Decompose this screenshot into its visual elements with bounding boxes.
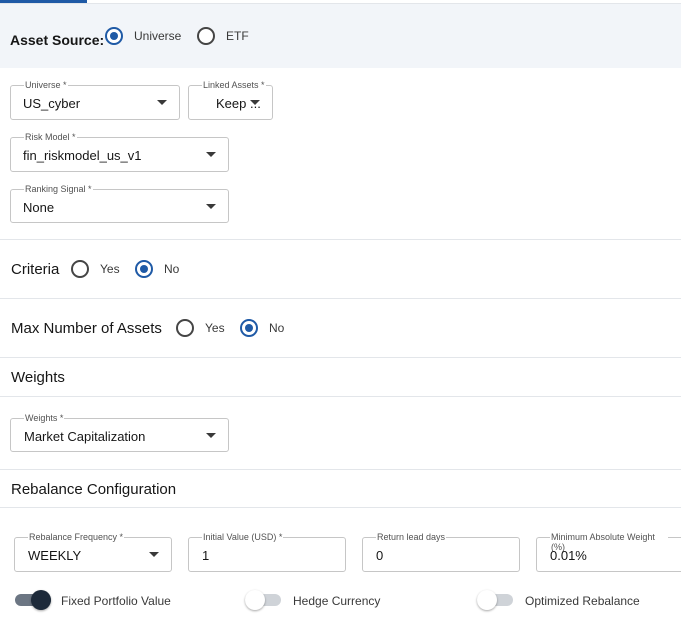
weights-label: Weights *: [24, 413, 65, 423]
max-assets-title: Max Number of Assets: [11, 320, 162, 337]
risk-model-value: fin_riskmodel_us_v1: [23, 148, 142, 163]
ranking-signal-select[interactable]: Ranking Signal * None: [10, 184, 229, 223]
criteria-no-radio[interactable]: [135, 260, 153, 278]
optimized-rebalance-toggle[interactable]: [477, 590, 513, 610]
min-abs-weight-value: 0.01%: [550, 548, 587, 563]
hedge-currency-label: Hedge Currency: [293, 594, 381, 608]
divider: [0, 396, 681, 397]
toggle-knob: [477, 590, 497, 610]
toggle-knob: [31, 590, 51, 610]
asset-source-panel: Asset Source: Universe ETF: [0, 4, 681, 68]
criteria-yes-radio[interactable]: [71, 260, 89, 278]
risk-model-label: Risk Model *: [24, 132, 77, 142]
weights-value: Market Capitalization: [24, 429, 146, 444]
risk-model-select[interactable]: Risk Model * fin_riskmodel_us_v1: [10, 132, 229, 172]
criteria-no-label[interactable]: No: [164, 262, 179, 276]
ranking-signal-value: None: [23, 200, 55, 215]
weights-title: Weights: [11, 369, 65, 386]
fixed-portfolio-value-toggle[interactable]: [15, 590, 51, 610]
criteria-yes-label[interactable]: Yes: [100, 262, 120, 276]
linked-assets-label: Linked Assets *: [202, 80, 266, 90]
toggle-knob: [245, 590, 265, 610]
chevron-down-icon: [250, 100, 260, 105]
universe-select-value: US_cyber: [23, 96, 81, 111]
return-lead-days-label: Return lead days: [376, 532, 447, 542]
criteria-title: Criteria: [11, 261, 60, 278]
fixed-portfolio-value-label: Fixed Portfolio Value: [61, 594, 171, 608]
asset-source-label: Asset Source:: [10, 32, 105, 48]
divider: [0, 507, 681, 508]
max-assets-no-label[interactable]: No: [269, 321, 284, 335]
optimized-rebalance-label: Optimized Rebalance: [525, 594, 640, 608]
chevron-down-icon: [206, 204, 216, 209]
rebalance-title: Rebalance Configuration: [11, 481, 177, 498]
etf-radio[interactable]: [197, 27, 215, 45]
initial-value-value: 1: [202, 548, 210, 563]
chevron-down-icon: [157, 100, 167, 105]
rebalance-frequency-label: Rebalance Frequency *: [28, 532, 125, 542]
divider: [0, 357, 681, 358]
chevron-down-icon: [206, 152, 216, 157]
max-assets-yes-radio[interactable]: [176, 319, 194, 337]
initial-value-input[interactable]: Initial Value (USD) * 1: [188, 532, 346, 572]
rebalance-frequency-value: WEEKLY: [28, 548, 82, 563]
min-abs-weight-input[interactable]: Minimum Absolute Weight (%) 0.01%: [536, 532, 681, 572]
rebalance-frequency-select[interactable]: Rebalance Frequency * WEEKLY: [14, 532, 172, 572]
hedge-currency-toggle[interactable]: [245, 590, 281, 610]
divider: [0, 298, 681, 299]
linked-assets-select[interactable]: Linked Assets * Keep ...: [188, 80, 273, 120]
return-lead-days-value: 0: [376, 548, 384, 563]
universe-radio-label[interactable]: Universe: [134, 29, 181, 43]
initial-value-label: Initial Value (USD) *: [202, 532, 284, 542]
divider: [0, 239, 681, 240]
etf-radio-label[interactable]: ETF: [226, 29, 249, 43]
universe-select-label: Universe *: [24, 80, 68, 90]
max-assets-no-radio[interactable]: [240, 319, 258, 337]
ranking-signal-label: Ranking Signal *: [24, 184, 93, 194]
chevron-down-icon: [206, 433, 216, 438]
weights-select[interactable]: Weights * Market Capitalization: [10, 413, 229, 452]
max-assets-yes-label[interactable]: Yes: [205, 321, 225, 335]
chevron-down-icon: [149, 552, 159, 557]
universe-radio[interactable]: [105, 27, 123, 45]
universe-select[interactable]: Universe * US_cyber: [10, 80, 180, 120]
divider: [0, 469, 681, 470]
return-lead-days-input[interactable]: Return lead days 0: [362, 532, 520, 572]
